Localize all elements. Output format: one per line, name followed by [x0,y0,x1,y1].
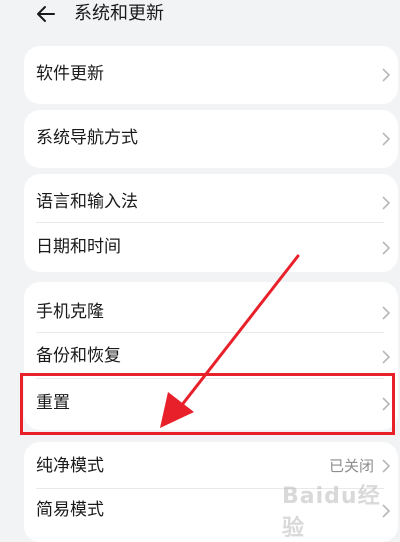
arrow-left-icon [37,6,55,22]
software-update-item[interactable]: 软件更新 [24,46,398,104]
language-input-item[interactable]: 语言和输入法 [24,174,398,222]
chevron-right-icon [382,459,390,473]
pure-mode-status: 已关闭 [328,457,374,475]
chevron-right-icon [382,132,390,146]
item-label: 语言和输入法 [36,192,138,212]
item-label: 系统导航方式 [36,128,138,148]
item-label: 纯净模式 [36,456,104,476]
chevron-right-icon [382,306,390,320]
settings-group-navigation: 系统导航方式 [24,110,398,168]
backup-restore-item[interactable]: 备份和恢复 [24,333,398,378]
chevron-right-icon [382,196,390,210]
page-title: 系统和更新 [74,3,164,24]
item-label: 日期和时间 [36,237,121,257]
highlight-box [20,373,395,435]
system-navigation-item[interactable]: 系统导航方式 [24,110,398,168]
chevron-right-icon [382,241,390,255]
settings-group-language-time: 语言和输入法 日期和时间 [24,174,398,272]
watermark: Baidu经验 [282,484,381,541]
item-label: 备份和恢复 [36,346,121,366]
settings-group-software: 软件更新 [24,46,398,104]
back-button[interactable] [34,2,58,26]
chevron-right-icon [382,68,390,82]
item-label: 手机克隆 [36,302,104,322]
item-label: 软件更新 [36,64,104,84]
item-label: 简易模式 [36,500,104,520]
title-bar: 系统和更新 [0,0,400,36]
date-time-item[interactable]: 日期和时间 [24,223,398,272]
chevron-right-icon [382,350,390,364]
phone-clone-item[interactable]: 手机克隆 [24,282,398,330]
